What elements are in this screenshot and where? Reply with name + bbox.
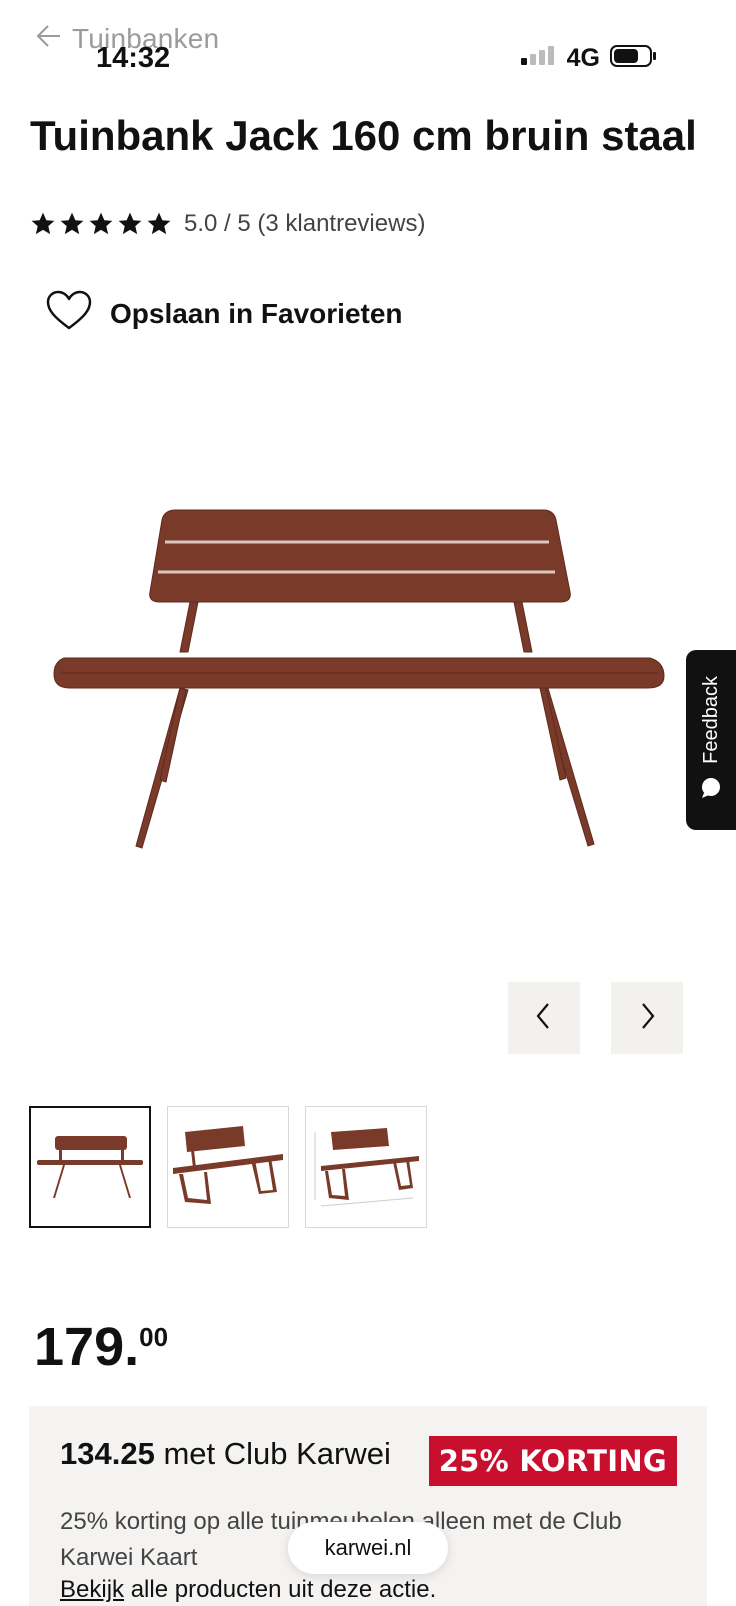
network-type: 4G [566,44,600,72]
status-indicators: 4G [520,44,658,73]
product-rating[interactable]: 5.0 / 5 (3 klantreviews) [30,210,425,238]
bench-front-thumbnail [37,1136,143,1198]
browser-url-pill[interactable]: karwei.nl [288,1522,448,1574]
thumbnail-angle[interactable] [167,1106,289,1228]
thumbnail-front[interactable] [29,1106,151,1228]
rating-text: 5.0 / 5 (3 klantreviews) [184,210,426,237]
star-icon [147,212,171,235]
club-price-value: 134.25 [60,1436,155,1471]
chevron-left-icon [532,1000,556,1037]
product-title: Tuinbank Jack 160 cm bruin staal [30,112,697,159]
star-icon [31,212,55,235]
price-decimals: 00 [139,1322,169,1352]
bench-angle-thumbnail [173,1126,283,1204]
arrow-left-icon [34,22,62,55]
club-karwei-offer: 134.25 met Club Karwei 25% KORTING 25% k… [29,1406,707,1606]
battery-icon [610,44,658,73]
signal-icon [520,45,557,72]
product-image [53,509,665,849]
status-time: 14:32 [96,42,171,74]
bench-dimensions-thumbnail [314,1128,419,1207]
chat-bubble-icon [700,777,722,804]
feedback-tab[interactable]: Feedback [686,650,736,830]
discount-badge: 25% KORTING [428,1436,677,1486]
save-favorite-button[interactable]: Opslaan in Favorieten [46,290,403,337]
gallery-prev-button[interactable] [508,982,580,1054]
star-icon [89,212,113,235]
price-integer: 179. [34,1317,140,1377]
star-icon [60,212,84,235]
thumbnail-dimensions[interactable] [305,1106,427,1228]
gallery-thumbnails [29,1106,427,1228]
favorite-label: Opslaan in Favorieten [110,297,403,329]
rating-stars [30,211,172,237]
star-icon [118,212,142,235]
heart-icon [46,290,92,337]
product-price: 179. 00 [34,1320,168,1374]
feedback-label: Feedback [699,675,722,764]
club-link-prefix[interactable]: Bekijk [60,1576,124,1603]
club-link-rest: alle producten uit deze actie. [124,1576,437,1603]
club-price-label: met Club Karwei [154,1436,391,1471]
gallery-next-button[interactable] [611,982,683,1054]
club-price: 134.25 met Club Karwei [60,1436,391,1472]
chevron-right-icon [635,1000,659,1037]
